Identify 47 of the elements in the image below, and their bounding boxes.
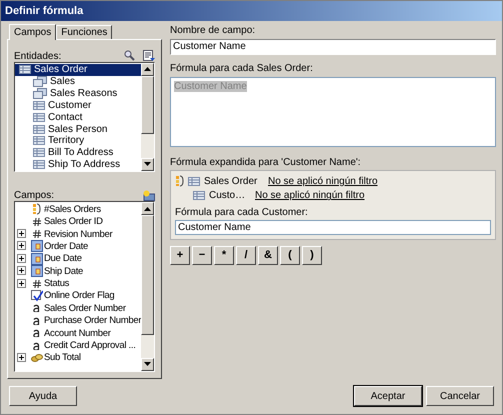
filter-link[interactable]: No se aplicó ningún filtro	[268, 176, 378, 187]
expanded-formula-label: Fórmula expandida para 'Customer Name':	[170, 156, 362, 168]
operator-button[interactable]: /	[236, 246, 256, 265]
entities-label: Entidades:	[14, 50, 62, 62]
entity-name: Custo…	[209, 190, 246, 202]
entity-item[interactable]: Bill To Address	[15, 146, 141, 159]
fields-label: Campos:	[14, 190, 54, 202]
cancel-button[interactable]: Cancelar	[426, 386, 494, 406]
entity-name: Sales Order	[204, 176, 258, 187]
operator-button[interactable]: &	[258, 246, 278, 265]
field-item[interactable]: Order Date	[15, 240, 142, 253]
entity-item[interactable]: Sales	[15, 76, 141, 88]
help-button[interactable]: Ayuda	[9, 386, 77, 406]
operator-button[interactable]: *	[214, 246, 234, 265]
tab[interactable]: Funciones	[56, 24, 112, 39]
field-item[interactable]: Revision Number	[15, 228, 142, 240]
field-item[interactable]: Credit Card Approval ...	[15, 339, 142, 352]
customer-formula-input[interactable]: Customer Name	[175, 220, 491, 235]
operator-button[interactable]: −	[192, 246, 212, 265]
field-item[interactable]: Sales Order Number	[15, 302, 142, 315]
field-item[interactable]: Status	[15, 277, 142, 290]
entity-item[interactable]: Sales Person	[15, 123, 141, 135]
operator-button[interactable]: (	[280, 246, 300, 265]
field-name-input[interactable]: Customer Name	[170, 38, 496, 55]
entity-item[interactable]: Territory	[15, 134, 141, 147]
window-title: Definir fórmula	[1, 1, 502, 21]
field-item[interactable]: Account Number	[15, 326, 142, 340]
field-item[interactable]: Sub Total	[15, 352, 142, 364]
field-item[interactable]: Online Order Flag	[15, 290, 142, 302]
entity-item[interactable]: Ship To Address	[15, 158, 141, 171]
entity-item[interactable]: Contact	[15, 111, 141, 124]
field-item[interactable]: Sales Order ID	[15, 215, 142, 228]
field-item[interactable]: Purchase Order Number	[15, 314, 142, 327]
entity-item[interactable]: Customer	[15, 99, 141, 112]
ok-button[interactable]: Aceptar	[354, 386, 422, 406]
field-item[interactable]: #Sales Orders	[15, 203, 142, 216]
field-name-label: Nombre de campo:	[170, 24, 256, 36]
filter-link[interactable]: No se aplicó ningún filtro	[255, 190, 365, 202]
field-item[interactable]: Ship Date	[15, 265, 142, 278]
operator-button[interactable]: )	[302, 246, 322, 265]
customer-formula-label: Fórmula para cada Customer:	[175, 207, 309, 218]
tab[interactable]: Campos	[9, 24, 56, 40]
entity-item[interactable]: Sales Order	[15, 64, 141, 76]
operator-button[interactable]: +	[170, 246, 190, 265]
entity-item[interactable]: Sales Reasons	[15, 87, 141, 100]
field-item[interactable]: Due Date	[15, 252, 142, 265]
formula-label: Fórmula para cada Sales Order:	[170, 62, 314, 74]
